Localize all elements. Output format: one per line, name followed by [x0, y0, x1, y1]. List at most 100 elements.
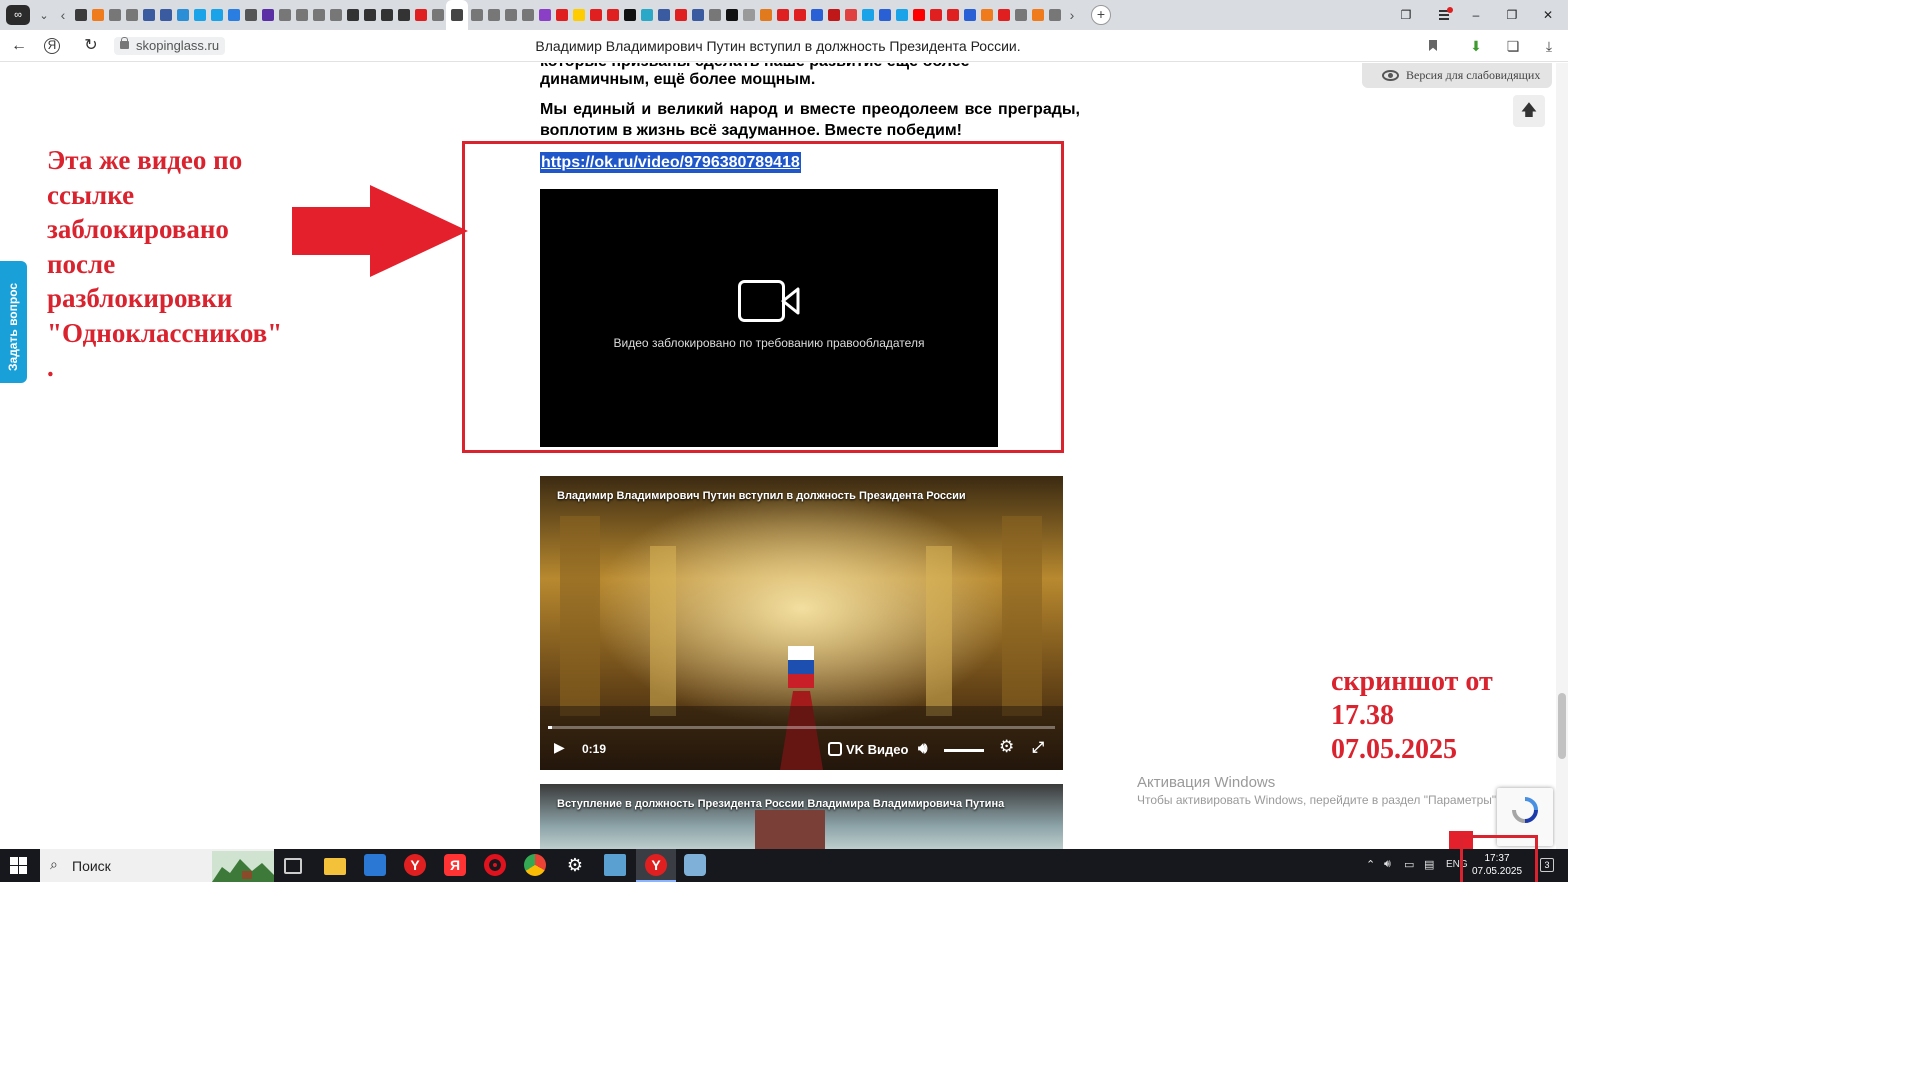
tab-favicon-icon[interactable] [589, 9, 602, 21]
paint-icon[interactable] [684, 854, 706, 876]
scrollbar-thumb[interactable] [1558, 693, 1566, 759]
tab-favicon-icon[interactable] [363, 9, 376, 21]
tab-favicon-icon[interactable] [346, 9, 359, 21]
settings-gear-icon[interactable]: ⚙ [999, 737, 1014, 757]
tab-favicon-icon[interactable] [504, 9, 517, 21]
tab-favicon-icon[interactable] [470, 9, 483, 21]
volume-icon[interactable]: 🔊︎ [918, 740, 927, 757]
minimize-button[interactable]: – [1458, 0, 1494, 30]
app-window-icon[interactable] [604, 854, 626, 876]
tab-favicon-icon[interactable] [623, 9, 636, 21]
tab-favicon-icon[interactable] [244, 9, 257, 21]
windows-start-icon[interactable] [10, 857, 27, 874]
tab-favicon-icon[interactable] [538, 9, 551, 21]
chrome-icon[interactable] [524, 854, 546, 876]
opera-icon[interactable] [484, 854, 506, 876]
tab-favicon-icon[interactable] [142, 9, 155, 21]
tab-favicon-icon[interactable] [861, 9, 874, 21]
tab-favicon-icon[interactable] [487, 9, 500, 21]
vk-video-player[interactable]: Владимир Владимирович Путин вступил в до… [540, 476, 1063, 770]
tab-favicon-icon[interactable] [329, 9, 342, 21]
tabs-scroll-left-icon[interactable]: ‹ [54, 7, 72, 23]
battery-icon[interactable]: ▭ [1404, 858, 1414, 871]
tab-favicon-icon[interactable] [380, 9, 393, 21]
task-view-icon[interactable] [284, 858, 302, 874]
tab-favicon-icon[interactable] [555, 9, 568, 21]
vk-progress-bar[interactable] [548, 726, 1055, 729]
new-tab-button[interactable]: + [1091, 5, 1111, 25]
tab-favicon-icon[interactable] [1031, 9, 1044, 21]
tab-favicon-icon[interactable] [193, 9, 206, 21]
network-icon[interactable]: ▤ [1424, 858, 1434, 871]
vk-video-player-2[interactable]: Вступление в должность Президента России… [540, 784, 1063, 849]
tab-manager-icon[interactable]: ❐ [1388, 0, 1424, 30]
tab-favicon-icon[interactable] [397, 9, 410, 21]
tab-favicon-icon[interactable] [810, 9, 823, 21]
active-tab[interactable] [446, 0, 468, 30]
tab-favicon-icon[interactable] [759, 9, 772, 21]
tab-favicon-icon[interactable] [844, 9, 857, 21]
browser-menu-icon[interactable]: ∞ [6, 5, 30, 25]
file-explorer-icon[interactable] [324, 858, 346, 875]
page-scrollbar[interactable] [1556, 63, 1568, 849]
tab-favicon-icon[interactable] [312, 9, 325, 21]
tab-favicon-icon[interactable] [657, 9, 670, 21]
tab-favicon-icon[interactable] [691, 9, 704, 21]
store-icon[interactable] [364, 854, 386, 876]
taskbar-search[interactable]: ⌕ Поиск [40, 849, 274, 882]
tab-favicon-icon[interactable] [74, 9, 87, 21]
tab-favicon-icon[interactable] [878, 9, 891, 21]
tab-favicon-icon[interactable] [827, 9, 840, 21]
tab-favicon-icon[interactable] [210, 9, 223, 21]
vk-brand-link[interactable]: VK Видео [828, 742, 908, 757]
settings-icon[interactable]: ⚙ [564, 854, 586, 876]
tab-favicon-icon[interactable] [125, 9, 138, 21]
tab-favicon-icon[interactable] [725, 9, 738, 21]
tab-favicon-icon[interactable] [776, 9, 789, 21]
downloads-icon[interactable]: ⤓ [1538, 36, 1560, 56]
bookmark-icon[interactable] [1422, 36, 1444, 56]
yandex-browser-icon[interactable]: Y [404, 854, 426, 876]
tab-favicon-icon[interactable] [1014, 9, 1027, 21]
tab-favicon-icon[interactable] [295, 9, 308, 21]
taskbar-active-app[interactable]: Y [636, 849, 676, 882]
tab-favicon-icon[interactable] [278, 9, 291, 21]
extension-icon[interactable]: ⬇ [1465, 36, 1487, 56]
tab-favicon-icon[interactable] [159, 9, 172, 21]
tab-favicon-icon[interactable] [1048, 9, 1061, 21]
notifications-icon[interactable]: 3 [1540, 858, 1554, 872]
tab-favicon-icon[interactable] [640, 9, 653, 21]
accessibility-version-button[interactable]: Версия для слабовидящих [1362, 63, 1552, 88]
collections-icon[interactable]: ❏ [1502, 36, 1524, 56]
tab-favicon-icon[interactable] [793, 9, 806, 21]
tab-favicon-icon[interactable] [521, 9, 534, 21]
tab-favicon-icon[interactable] [227, 9, 240, 21]
tab-favicon-icon[interactable] [963, 9, 976, 21]
tab-favicon-icon[interactable] [674, 9, 687, 21]
tab-favicon-icon[interactable] [708, 9, 721, 21]
ask-question-tab[interactable]: Задать вопрос [0, 261, 27, 383]
tab-favicon-icon[interactable] [261, 9, 274, 21]
tab-favicon-icon[interactable] [431, 9, 444, 21]
restore-button[interactable]: ❐ [1494, 0, 1530, 30]
tab-favicon-icon[interactable] [929, 9, 942, 21]
tab-favicon-icon[interactable] [742, 9, 755, 21]
tab-favicon-icon[interactable] [997, 9, 1010, 21]
scroll-to-top-button[interactable]: 🡅 [1513, 95, 1545, 127]
tab-favicon-icon[interactable] [912, 9, 925, 21]
tab-favicon-icon[interactable] [414, 9, 427, 21]
tab-favicon-icon[interactable] [606, 9, 619, 21]
tab-favicon-icon[interactable] [980, 9, 993, 21]
close-window-button[interactable]: ✕ [1530, 0, 1566, 30]
fullscreen-icon[interactable]: ⤢ [1032, 739, 1044, 756]
notifications-bell-icon[interactable] [1426, 0, 1462, 30]
speaker-icon[interactable]: 🔊︎ [1384, 858, 1391, 871]
tab-favicon-icon[interactable] [572, 9, 585, 21]
yandex-icon[interactable]: Я [444, 854, 466, 876]
tab-favicon-icon[interactable] [895, 9, 908, 21]
tab-favicon-icon[interactable] [176, 9, 189, 21]
tab-favicon-icon[interactable] [108, 9, 121, 21]
play-icon[interactable]: ▶ [554, 739, 565, 756]
tab-favicon-icon[interactable] [91, 9, 104, 21]
tabs-scroll-right-icon[interactable]: › [1063, 7, 1081, 23]
